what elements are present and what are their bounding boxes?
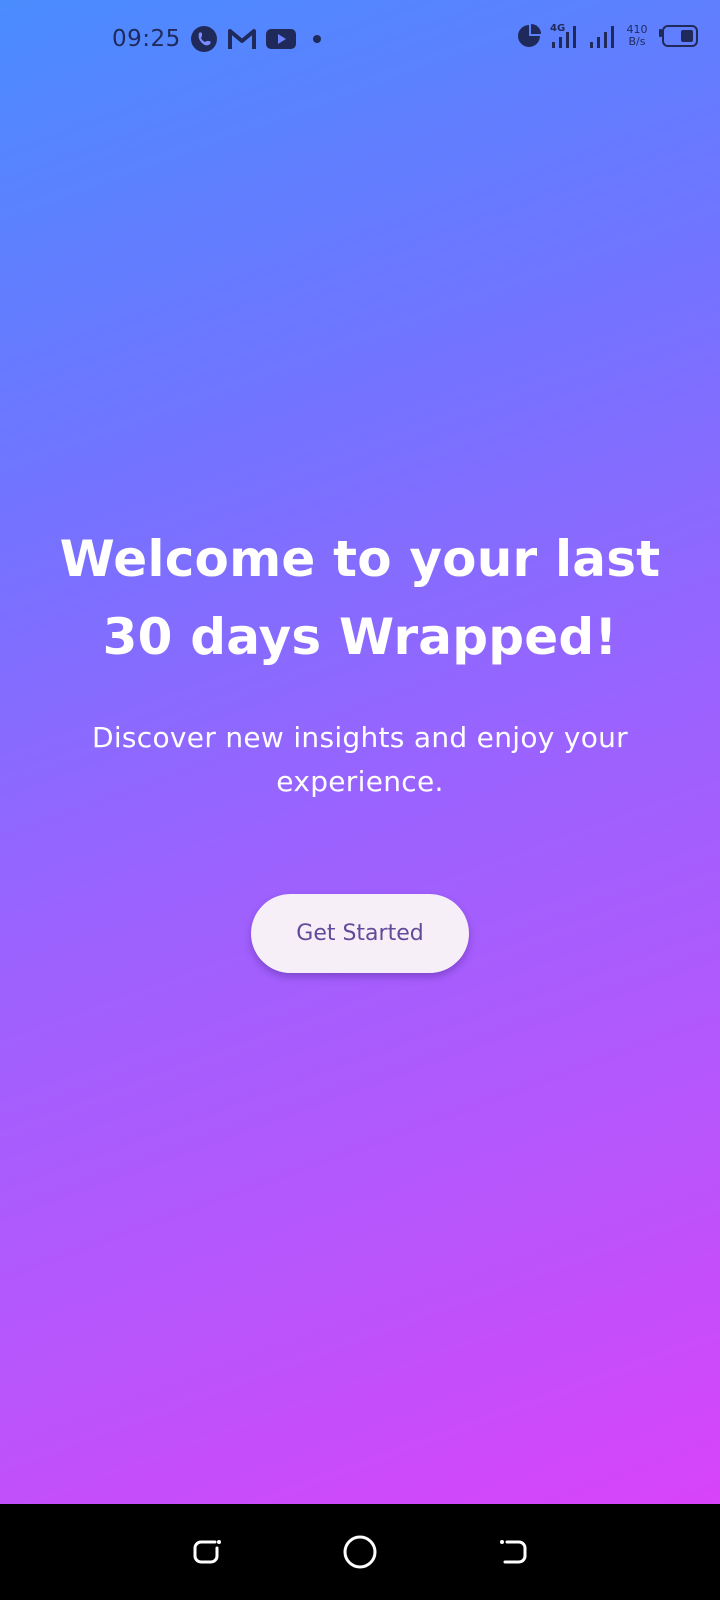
youtube-icon bbox=[265, 27, 297, 51]
system-nav-bar bbox=[0, 1504, 720, 1600]
welcome-content: Welcome to your last 30 days Wrapped! Di… bbox=[40, 520, 680, 804]
status-bar-right: 4G 410 B/s bbox=[516, 22, 698, 50]
signal-icon bbox=[588, 22, 616, 50]
welcome-subtitle: Discover new insights and enjoy your exp… bbox=[91, 721, 628, 798]
network-speed: 410 B/s bbox=[624, 24, 650, 48]
home-button[interactable] bbox=[330, 1522, 390, 1582]
home-icon bbox=[343, 1535, 377, 1569]
cta-container: Get Started bbox=[0, 894, 720, 973]
app-screen: 09:25 4G 410 B/s Welcome to your last 30… bbox=[0, 0, 720, 1600]
notification-dot-icon bbox=[312, 35, 321, 43]
signal-4g-icon: 4G bbox=[550, 22, 580, 50]
back-button[interactable] bbox=[483, 1522, 543, 1582]
data-usage-icon bbox=[516, 23, 542, 49]
battery-icon bbox=[658, 25, 698, 47]
recents-icon bbox=[193, 1540, 221, 1564]
recents-button[interactable] bbox=[177, 1522, 237, 1582]
network-speed-unit: B/s bbox=[628, 35, 646, 48]
get-started-button[interactable]: Get Started bbox=[251, 894, 469, 973]
phone-call-icon bbox=[189, 24, 219, 54]
welcome-headline: Welcome to your last 30 days Wrapped! bbox=[59, 530, 661, 666]
back-icon bbox=[500, 1540, 527, 1564]
status-bar-left: 09:25 bbox=[112, 24, 321, 54]
gmail-icon bbox=[227, 26, 257, 52]
status-bar: 09:25 4G 410 B/s bbox=[0, 0, 720, 80]
clock: 09:25 bbox=[112, 26, 181, 52]
network-type-label: 4G bbox=[550, 23, 565, 34]
